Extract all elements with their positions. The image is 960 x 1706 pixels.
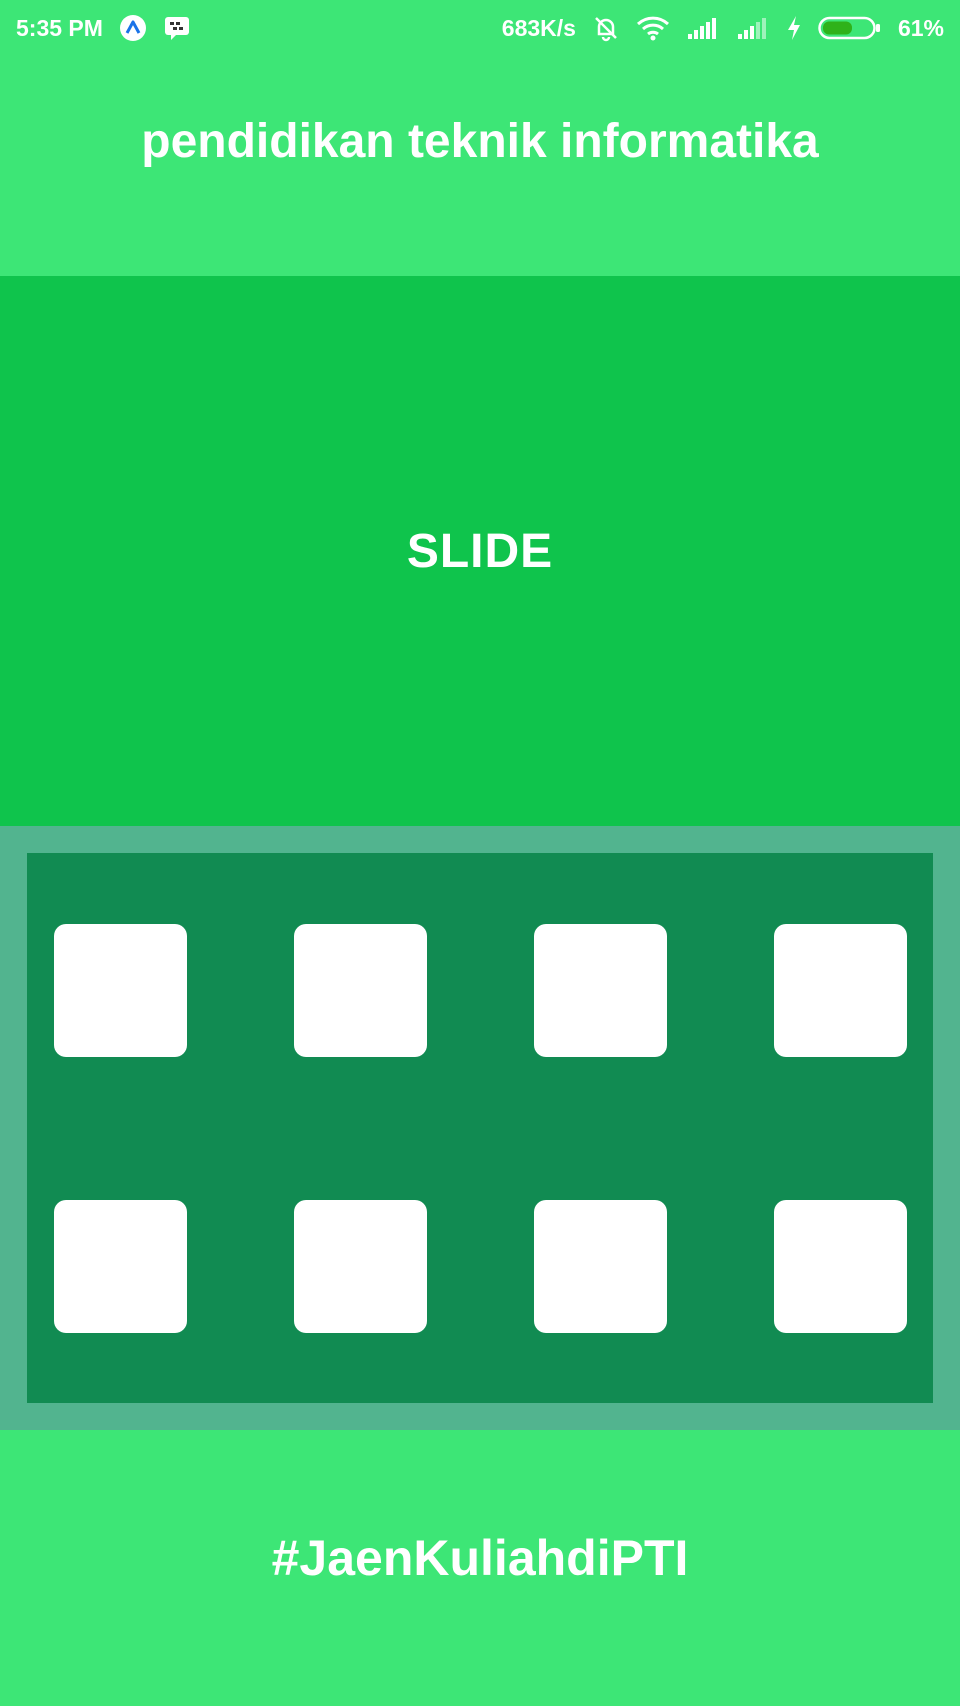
menu-tile[interactable] bbox=[294, 1200, 427, 1333]
menu-tile[interactable] bbox=[534, 924, 667, 1057]
menu-tile[interactable] bbox=[54, 924, 187, 1057]
menu-tile[interactable] bbox=[774, 1200, 907, 1333]
slide-label: SLIDE bbox=[406, 524, 554, 578]
menu-tile[interactable] bbox=[54, 1200, 187, 1333]
footer-hashtag: #JaenKuliahdiPTI bbox=[271, 1530, 689, 1586]
battery-icon bbox=[818, 15, 882, 41]
charging-icon bbox=[786, 15, 802, 41]
status-left: 5:35 PM bbox=[16, 14, 191, 42]
app-header: pendidikan teknik informatika bbox=[0, 56, 960, 276]
status-right: 683K/s 61% bbox=[502, 14, 944, 42]
menu-frame bbox=[0, 826, 960, 1430]
menu-tile[interactable] bbox=[294, 924, 427, 1057]
slide-banner[interactable]: SLIDE bbox=[0, 276, 960, 826]
signal-icon bbox=[736, 16, 770, 40]
arrow-launcher-icon bbox=[119, 14, 147, 42]
bbm-icon bbox=[163, 14, 191, 42]
status-bar: 5:35 PM 683K/s 61% bbox=[0, 0, 960, 56]
battery-percent: 61% bbox=[897, 14, 944, 41]
wifi-icon bbox=[636, 14, 670, 42]
menu-tile[interactable] bbox=[534, 1200, 667, 1333]
footer: #JaenKuliahdiPTI bbox=[0, 1430, 960, 1706]
status-time: 5:35 PM bbox=[16, 14, 103, 41]
page-title: pendidikan teknik informatika bbox=[141, 115, 819, 168]
menu-tile[interactable] bbox=[774, 924, 907, 1057]
menu-grid bbox=[27, 853, 933, 1403]
signal-icon bbox=[686, 16, 720, 40]
muted-bell-icon bbox=[592, 14, 620, 42]
network-speed: 683K/s bbox=[501, 14, 576, 41]
